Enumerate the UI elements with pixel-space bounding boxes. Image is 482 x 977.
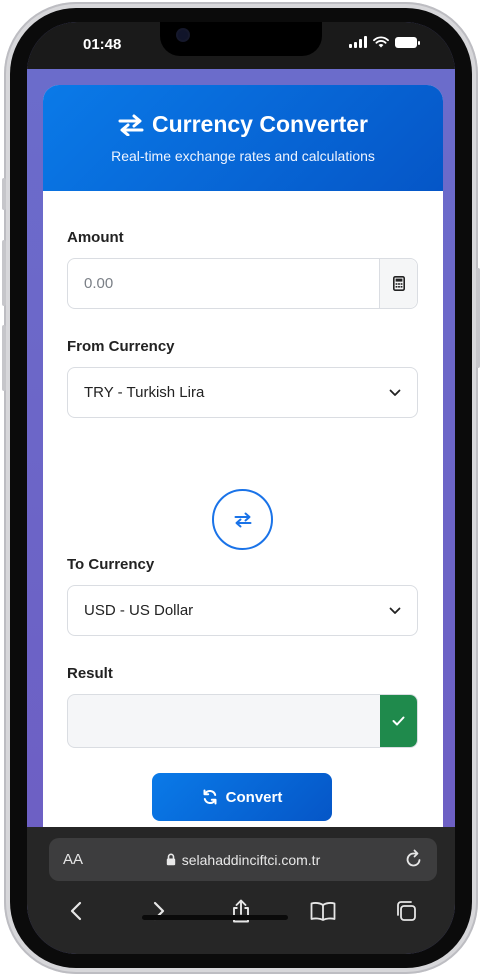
silent-switch [2, 178, 6, 210]
result-label: Result [67, 665, 113, 682]
browser-nav-row [27, 891, 455, 931]
converter-card: Currency Converter Real-time exchange ra… [43, 85, 443, 865]
swap-arrows-icon [234, 512, 251, 527]
bookmarks-button[interactable] [303, 891, 343, 931]
amount-input-group [67, 258, 418, 309]
to-currency-label: To Currency [67, 556, 155, 573]
status-time: 01:48 [83, 36, 122, 53]
signal-icon [349, 36, 367, 48]
address-bar[interactable]: AA selahaddinciftci.com.tr [49, 838, 437, 881]
card-title: Currency Converter [43, 111, 443, 138]
to-currency-select[interactable]: USD - US Dollar [67, 585, 418, 636]
screen: 01:48 Currency Converter Real-time excha… [27, 22, 455, 954]
wifi-icon [373, 36, 389, 48]
tabs-button[interactable] [386, 891, 426, 931]
camera-icon [178, 30, 188, 40]
app-subtitle: Real-time exchange rates and calculation… [111, 148, 375, 164]
from-currency-label: From Currency [67, 338, 175, 355]
calculator-button[interactable] [379, 259, 417, 308]
url-text: selahaddinciftci.com.tr [181, 851, 321, 868]
chevron-down-icon [389, 389, 401, 396]
amount-label: Amount [67, 229, 124, 246]
convert-button-label: Convert [225, 788, 283, 806]
lock-icon [166, 853, 175, 866]
result-check-badge [380, 695, 417, 747]
bookmarks-icon [310, 902, 336, 921]
volume-down-button [2, 325, 6, 391]
status-bar: 01:48 [27, 22, 455, 69]
result-field [68, 695, 380, 747]
to-currency-value: USD - US Dollar [84, 602, 194, 619]
home-indicator[interactable] [142, 915, 288, 920]
back-button[interactable] [56, 891, 96, 931]
exchange-arrows-icon [118, 114, 144, 136]
from-currency-value: TRY - Turkish Lira [84, 384, 205, 401]
sync-icon [203, 789, 217, 805]
forward-button[interactable] [139, 891, 179, 931]
amount-input[interactable] [68, 259, 379, 308]
swap-currencies-button[interactable] [212, 489, 273, 550]
volume-up-button [2, 240, 6, 306]
chevron-down-icon [389, 607, 401, 614]
back-icon [71, 901, 82, 921]
from-currency-select[interactable]: TRY - Turkish Lira [67, 367, 418, 418]
check-icon [392, 716, 405, 726]
share-button[interactable] [221, 891, 261, 931]
card-header: Currency Converter Real-time exchange ra… [43, 85, 443, 191]
power-button [476, 268, 480, 368]
reload-icon[interactable] [405, 849, 423, 869]
status-icons [349, 36, 420, 48]
url-display: selahaddinciftci.com.tr [49, 852, 437, 868]
calculator-icon [392, 276, 405, 291]
battery-icon [395, 36, 420, 48]
convert-button[interactable]: Convert [152, 773, 332, 821]
tabs-icon [396, 901, 416, 921]
result-field-group [67, 694, 418, 748]
app-title: Currency Converter [151, 111, 369, 137]
browser-toolbar: AA selahaddinciftci.com.tr [27, 827, 455, 954]
